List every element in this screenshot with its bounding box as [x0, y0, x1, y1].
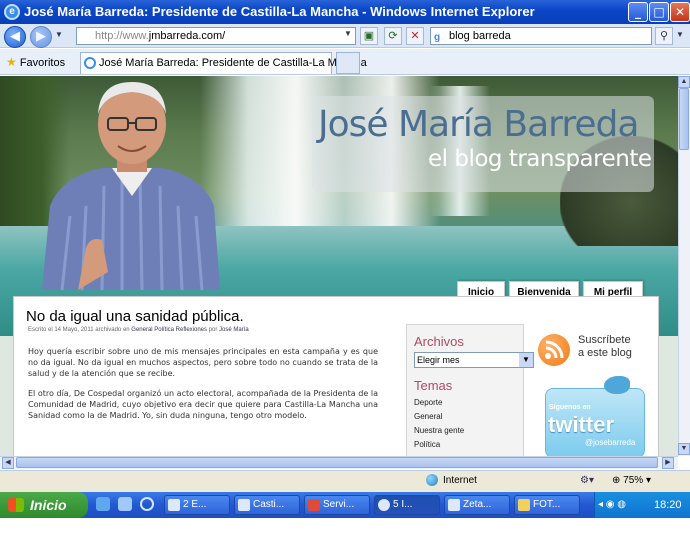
tema-link-deporte[interactable]: Deporte [414, 398, 442, 407]
tema-link-nuestra-gente[interactable]: Nuestra gente [414, 426, 464, 435]
archive-month-select[interactable]: Elegir mes ▼ [414, 352, 534, 368]
horizontal-scroll-thumb[interactable] [16, 457, 658, 468]
page-viewport: José María Barreda el blog transparente … [0, 76, 678, 456]
post-title[interactable]: No da igual una sanidad pública. [26, 308, 244, 325]
ie-icon [378, 499, 390, 511]
close-button[interactable]: ✕ [670, 2, 690, 22]
subscribe-line-1: Suscríbete [578, 334, 631, 346]
tema-link-general[interactable]: General [414, 412, 442, 421]
ie-logo-icon: e [4, 4, 20, 20]
post-date: Escrito el 14 Mayo, 2011 archivado en [28, 327, 130, 333]
new-tab-button[interactable] [336, 52, 360, 74]
address-bar[interactable]: http://www.jmbarreda.com/ [76, 27, 356, 45]
history-dropdown-icon[interactable]: ▼ [55, 30, 63, 39]
quicklaunch-desktop-icon[interactable] [96, 497, 110, 511]
refresh-icon[interactable]: ⟳ [384, 27, 402, 45]
subscribe-link[interactable]: Suscríbete a este blog [578, 334, 648, 360]
blog-title[interactable]: José María Barreda [318, 104, 639, 145]
window-title: José María Barreda: Presidente de Castil… [24, 4, 535, 19]
tab-title: José María Barreda: Presidente de Castil… [99, 57, 367, 69]
rss-icon[interactable] [538, 334, 570, 366]
scroll-left-icon[interactable]: ◀ [2, 457, 14, 469]
protected-mode-icon[interactable]: ⚙▾ [580, 475, 594, 486]
url-prefix: http://www. [95, 30, 149, 42]
zoom-control[interactable]: ⊕ 75% ▾ [612, 475, 651, 486]
back-button[interactable]: ◀ [4, 26, 26, 48]
twitter-handle: @josebarreda [585, 438, 636, 447]
address-dropdown-icon[interactable]: ▼ [344, 29, 352, 38]
taskbar-item-label: Zeta... [463, 499, 492, 510]
post-paragraph: Hoy quería escribir sobre uno de mis men… [28, 347, 378, 378]
twitter-logo: twitter [548, 412, 614, 437]
security-zone: Internet [443, 475, 477, 486]
blog-subtitle: el blog transparente [428, 146, 652, 172]
archivos-heading: Archivos [414, 334, 464, 349]
favorites-label: Favoritos [19, 57, 66, 69]
quicklaunch-outlook-icon[interactable] [118, 497, 132, 511]
temas-heading: Temas [414, 378, 453, 393]
taskbar-item[interactable]: FOT... [514, 495, 580, 515]
taskbar-item[interactable]: 2 E... [164, 495, 230, 515]
vertical-scroll-thumb[interactable] [679, 88, 689, 150]
favorites-button[interactable]: ★ Favoritos [6, 55, 65, 69]
start-label: Inicio [30, 497, 67, 513]
star-icon: ★ [6, 55, 17, 69]
post-categories[interactable]: General Política Reflexiones [131, 327, 207, 333]
scroll-up-icon[interactable]: ▲ [678, 76, 690, 88]
app-icon [308, 499, 320, 511]
windows-flag-icon [8, 498, 24, 512]
start-button[interactable]: Inicio [0, 492, 88, 518]
taskbar-item[interactable]: Servi... [304, 495, 370, 515]
blank-area [0, 518, 690, 551]
tray-icons[interactable]: ◂ ◉ ◍ [598, 499, 626, 510]
taskbar-item-label: 2 E... [183, 499, 207, 510]
word-icon [168, 499, 180, 511]
taskbar-item[interactable]: 5 I... [374, 495, 440, 515]
zoom-level: 75% [623, 475, 644, 486]
tema-link-politica[interactable]: Política [414, 440, 440, 449]
post-author[interactable]: José María [219, 327, 249, 333]
minimize-button[interactable]: _ [628, 2, 648, 22]
search-options-icon[interactable]: ▼ [676, 30, 684, 39]
post-meta: Escrito el 14 Mayo, 2011 archivado en Ge… [28, 327, 249, 333]
twitter-follow-text: Síguenos en [549, 404, 591, 411]
globe-icon [426, 474, 438, 486]
ie-tab-icon [84, 57, 96, 69]
search-input[interactable]: g blog barreda [430, 27, 652, 45]
url-domain: jmbarreda.com/ [148, 30, 226, 42]
quicklaunch-ie-icon[interactable] [140, 497, 154, 511]
twitter-bird-icon [604, 376, 630, 394]
subscribe-line-2: a este blog [578, 347, 632, 359]
scroll-right-icon[interactable]: ▶ [662, 457, 674, 469]
browser-tab[interactable]: José María Barreda: Presidente de Castil… [80, 52, 367, 74]
taskbar-item-label: FOT... [533, 499, 561, 510]
compatibility-icon[interactable]: ▣ [360, 27, 378, 45]
post-by: por [208, 327, 218, 333]
post-paragraph: El otro día, De Cospedal organizó un act… [28, 389, 378, 420]
clock[interactable]: 18:20 [654, 499, 682, 511]
google-icon: g [434, 32, 441, 43]
taskbar-item-label: Casti... [253, 499, 285, 510]
stop-icon[interactable]: ✕ [406, 27, 424, 45]
taskbar-item[interactable]: Zeta... [444, 495, 510, 515]
archive-select-value: Elegir mes [417, 355, 460, 365]
folder-icon [518, 499, 530, 511]
maximize-button[interactable]: □ [649, 2, 669, 22]
taskbar-item-label: 5 I... [393, 499, 413, 510]
chevron-down-icon[interactable]: ▼ [519, 353, 533, 367]
taskbar-item-label: Servi... [323, 499, 355, 510]
taskbar-item[interactable]: Casti... [234, 495, 300, 515]
forward-button[interactable]: ▶ [30, 26, 52, 48]
search-icon[interactable]: ⚲ [655, 27, 673, 45]
window-icon [238, 499, 250, 511]
window-titlebar[interactable]: e José María Barreda: Presidente de Cast… [0, 0, 690, 24]
portrait-image [42, 82, 220, 290]
scroll-down-icon[interactable]: ▼ [678, 443, 690, 455]
app-icon [448, 499, 460, 511]
post-body: Hoy quería escribir sobre uno de mis men… [28, 346, 378, 430]
zoom-icon: ⊕ [612, 475, 621, 486]
search-value: blog barreda [449, 30, 511, 42]
